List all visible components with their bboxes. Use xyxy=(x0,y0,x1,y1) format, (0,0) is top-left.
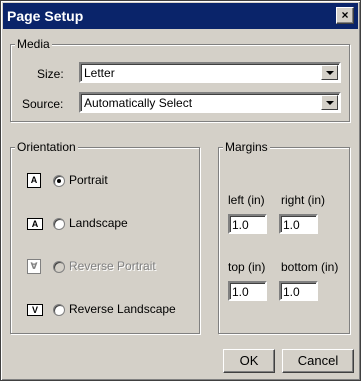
bottom-margin-label: bottom (in) xyxy=(281,260,339,274)
landscape-label: Landscape xyxy=(69,216,128,230)
orientation-option-landscape[interactable]: A Landscape xyxy=(27,216,187,232)
left-margin-input[interactable]: 1.0 xyxy=(228,214,267,234)
landscape-page-icon: A xyxy=(27,218,43,230)
orientation-group-label: Orientation xyxy=(15,140,78,154)
landscape-radio[interactable] xyxy=(53,218,65,230)
orientation-option-reverse-portrait: ∀ Reverse Portrait xyxy=(27,259,187,275)
source-label: Source: xyxy=(22,97,64,111)
portrait-label: Portrait xyxy=(69,173,108,187)
bottom-margin-input[interactable]: 1.0 xyxy=(279,281,318,301)
top-margin-input[interactable]: 1.0 xyxy=(228,281,267,301)
portrait-radio[interactable] xyxy=(53,175,65,187)
reverse-portrait-radio xyxy=(53,261,65,273)
orientation-option-portrait[interactable]: A Portrait xyxy=(27,173,187,189)
source-select-value: Automatically Select xyxy=(84,96,193,110)
orientation-option-reverse-landscape[interactable]: V Reverse Landscape xyxy=(27,302,192,318)
source-select[interactable]: Automatically Select xyxy=(79,92,341,113)
source-dropdown-arrow-icon[interactable] xyxy=(321,95,338,110)
reverse-portrait-label: Reverse Portrait xyxy=(69,259,156,273)
reverse-portrait-page-icon: ∀ xyxy=(27,259,41,274)
page-setup-dialog: Page Setup × Media Size: Letter Source: … xyxy=(0,0,361,381)
reverse-landscape-radio[interactable] xyxy=(53,304,65,316)
size-dropdown-arrow-icon[interactable] xyxy=(321,65,338,80)
right-margin-label: right (in) xyxy=(281,193,326,207)
size-select-value: Letter xyxy=(84,66,115,80)
reverse-landscape-label: Reverse Landscape xyxy=(69,302,176,316)
cancel-button[interactable]: Cancel xyxy=(282,349,354,373)
close-icon: × xyxy=(341,8,349,22)
size-select[interactable]: Letter xyxy=(79,62,341,83)
right-margin-input[interactable]: 1.0 xyxy=(279,214,318,234)
top-margin-label: top (in) xyxy=(228,260,266,274)
left-margin-label: left (in) xyxy=(228,193,265,207)
portrait-page-icon: A xyxy=(27,173,41,188)
margins-group-label: Margins xyxy=(223,140,270,154)
title-bar[interactable]: Page Setup × xyxy=(3,3,358,29)
size-label: Size: xyxy=(37,67,64,81)
ok-button[interactable]: OK xyxy=(223,349,275,373)
margins-group: Margins xyxy=(218,140,350,334)
media-group-label: Media xyxy=(15,37,52,51)
reverse-landscape-page-icon: V xyxy=(27,304,43,316)
close-button[interactable]: × xyxy=(336,7,354,24)
dialog-title: Page Setup xyxy=(7,8,84,24)
